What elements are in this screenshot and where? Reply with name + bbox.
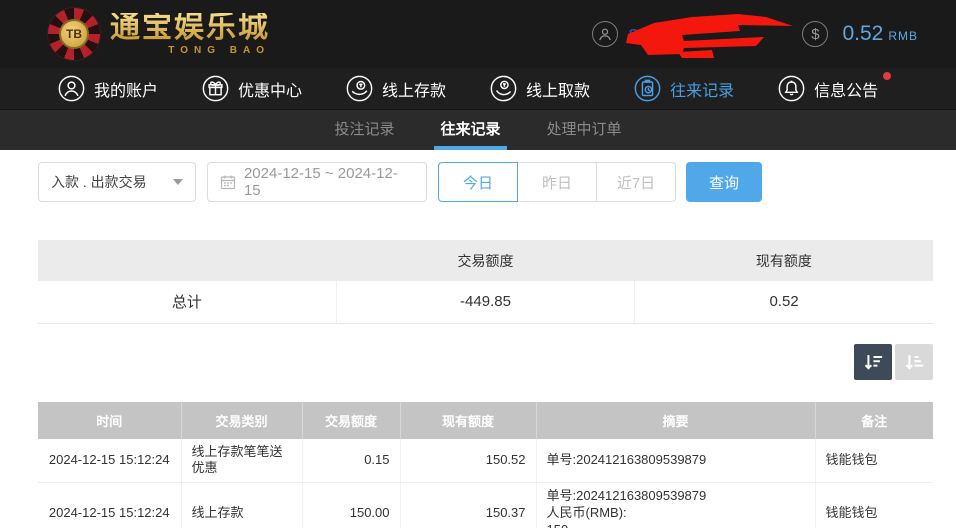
col-summary: 摘要 [536, 401, 816, 439]
filter-row: 入款 . 出款交易 2024-12-15 ~ 2024-12-15 今日 昨日 … [38, 162, 933, 202]
sort-ascending-button[interactable] [895, 343, 933, 380]
balance: 0.52 RMB [842, 22, 918, 46]
nav-item-promotions[interactable]: 优惠中心 [202, 75, 302, 102]
cell-time: 2024-12-15 15:12:24 [38, 482, 182, 528]
select-value: 入款 . 出款交易 [51, 174, 147, 190]
sort-descending-button[interactable] [854, 343, 892, 380]
summary-table: 交易额度 现有额度 总计 -449.85 0.52 [38, 240, 933, 324]
withdraw-icon [490, 75, 517, 102]
nav-item-deposit[interactable]: 线上存款 [346, 75, 446, 102]
search-button[interactable]: 查询 [686, 162, 762, 202]
deposit-icon [346, 75, 373, 102]
calendar-icon [220, 175, 236, 190]
col-balance: 现有额度 [400, 401, 537, 439]
col-amount: 交易额度 [302, 401, 401, 439]
brand-subtitle: TONG BAO [168, 44, 270, 56]
nav-label: 信息公告 [814, 82, 879, 100]
nav-label: 线上存款 [382, 82, 447, 100]
chevron-down-icon [173, 179, 183, 185]
transaction-header-row: 时间 交易类别 交易额度 现有额度 摘要 备注 [38, 401, 933, 439]
nav-item-notices[interactable]: 信息公告 [778, 72, 892, 102]
redaction-scribble [626, 14, 794, 58]
tab-processing-orders[interactable]: 处理中订单 [541, 110, 628, 150]
cell-summary: 单号:202412163809539879 [536, 438, 816, 484]
col-time: 时间 [38, 401, 182, 439]
brand-title: 通宝娱乐城 [110, 10, 270, 44]
nav-label: 往来记录 [670, 82, 735, 100]
poker-chip-logo-icon: TB [48, 8, 100, 60]
summary-header-amount: 交易额度 [336, 240, 635, 281]
summary-total-amount: -449.85 [336, 281, 636, 324]
col-type: 交易类别 [181, 401, 303, 439]
cell-note: 钱能钱包 [815, 482, 933, 528]
transaction-type-select[interactable]: 入款 . 出款交易 [38, 162, 196, 202]
balance-dollar-icon: $ [802, 21, 829, 47]
summary-header-balance: 现有额度 [634, 240, 933, 281]
summary-total-label: 总计 [38, 281, 337, 324]
bell-icon [778, 75, 805, 102]
user-zone: S $ 0.52 RMB [592, 10, 918, 58]
cell-type: 线上存款笔笔送优惠 [181, 438, 303, 484]
cell-type: 线上存款 [181, 482, 303, 528]
balance-amount: 0.52 [842, 22, 884, 45]
main-nav: 我的账户 优惠中心 线上存款 线上取款 往来记录 信息公告 [0, 68, 956, 110]
cell-note: 钱能钱包 [815, 438, 933, 484]
summary-total-balance: 0.52 [634, 281, 933, 324]
today-button[interactable]: 今日 [438, 162, 518, 202]
user-icon [58, 75, 85, 102]
quick-range-group: 今日 昨日 近7日 [438, 162, 676, 202]
sort-controls [38, 343, 933, 380]
top-header: TB 通宝娱乐城 TONG BAO S $ 0.52 RMB [0, 0, 956, 68]
content: 入款 . 出款交易 2024-12-15 ~ 2024-12-15 今日 昨日 … [38, 162, 933, 528]
gift-icon [202, 75, 229, 102]
cell-balance: 150.52 [400, 438, 537, 484]
username-redacted: S [626, 10, 794, 58]
nav-item-records[interactable]: 往来记录 [634, 75, 734, 102]
balance-currency: RMB [888, 29, 918, 43]
cell-balance: 150.37 [400, 482, 537, 528]
nav-label: 优惠中心 [238, 82, 303, 100]
tab-betting-records[interactable]: 投注记录 [328, 110, 400, 150]
summary-header-blank [38, 240, 337, 281]
col-note: 备注 [815, 401, 933, 439]
nav-item-my-account[interactable]: 我的账户 [58, 75, 158, 102]
date-range-input[interactable]: 2024-12-15 ~ 2024-12-15 [207, 162, 427, 202]
yesterday-button[interactable]: 昨日 [517, 162, 597, 202]
cell-time: 2024-12-15 15:12:24 [38, 438, 182, 484]
transaction-table: 时间 交易类别 交易额度 现有额度 摘要 备注 2024-12-15 15:12… [38, 401, 933, 528]
tab-transaction-records[interactable]: 往来记录 [434, 110, 507, 150]
date-range-value: 2024-12-15 ~ 2024-12-15 [243, 165, 398, 199]
cell-summary: 单号:202412163809539879 人民币(RMB): 150 [536, 482, 816, 528]
table-row: 2024-12-15 15:12:24 线上存款 150.00 150.37 单… [38, 482, 933, 528]
brand-logo[interactable]: TB 通宝娱乐城 TONG BAO [48, 8, 270, 60]
last7days-button[interactable]: 近7日 [596, 162, 676, 202]
nav-item-withdraw[interactable]: 线上取款 [490, 75, 590, 102]
table-row: 2024-12-15 15:12:24 线上存款笔笔送优惠 0.15 150.5… [38, 438, 933, 484]
user-avatar-icon[interactable] [592, 21, 619, 47]
notification-badge [883, 72, 892, 80]
cell-amount: 150.00 [302, 482, 401, 528]
chip-tb-label: TB [59, 19, 89, 49]
records-icon [634, 75, 661, 102]
sub-tab-bar: 投注记录 往来记录 处理中订单 [0, 110, 956, 150]
summary-total-row: 总计 -449.85 0.52 [38, 281, 933, 324]
nav-label: 线上取款 [526, 82, 591, 100]
sort-descending-icon [864, 354, 883, 370]
summary-header-row: 交易额度 现有额度 [38, 240, 933, 281]
cell-amount: 0.15 [302, 438, 401, 484]
sort-ascending-icon [905, 354, 924, 370]
nav-label: 我的账户 [94, 82, 159, 100]
